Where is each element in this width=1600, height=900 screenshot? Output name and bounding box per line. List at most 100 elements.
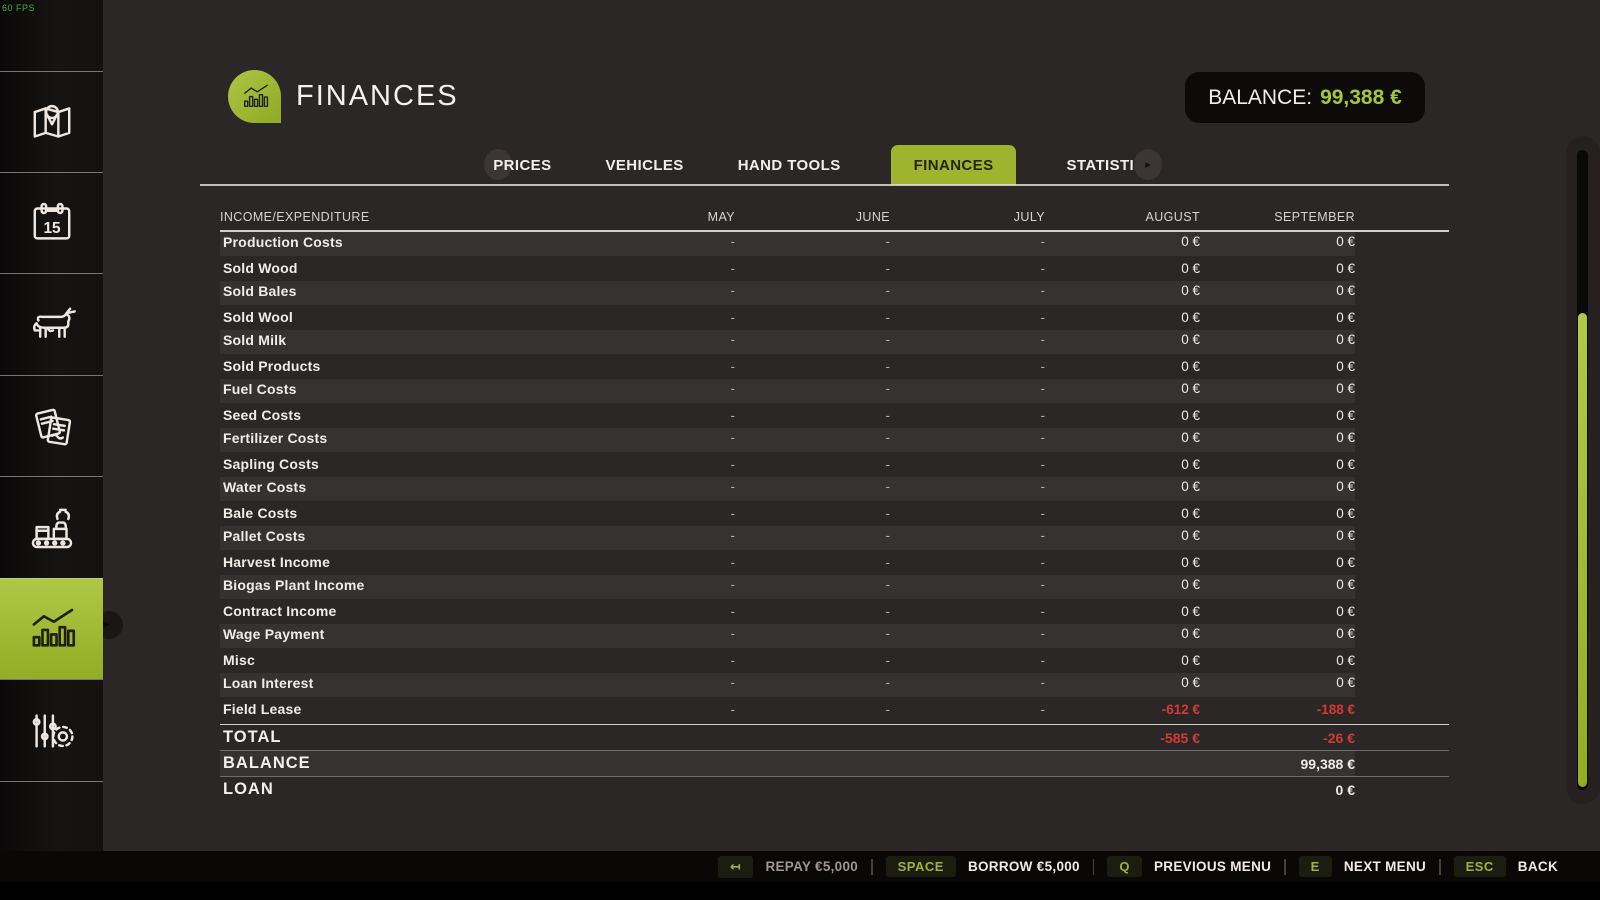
row-value: - xyxy=(890,381,1045,396)
row-value: - xyxy=(580,332,735,347)
row-value: - xyxy=(890,408,1045,423)
sidebar-item-settings[interactable] xyxy=(0,679,103,781)
row-value: - xyxy=(735,626,890,641)
sidebar-item-finances[interactable] xyxy=(0,578,103,679)
table-row: Misc---0 €0 € xyxy=(220,648,1355,673)
row-value: 0 € xyxy=(1200,310,1355,325)
row-value: 0 € xyxy=(1200,626,1355,641)
row-value: - xyxy=(890,577,1045,592)
key-badge: Q xyxy=(1107,856,1142,877)
row-value: 0 € xyxy=(1045,577,1200,592)
balance-label: BALANCE: xyxy=(1208,86,1312,110)
row-label: Fertilizer Costs xyxy=(220,430,580,446)
row-label: Fuel Costs xyxy=(220,381,580,397)
row-label: Sold Wood xyxy=(220,260,580,276)
row-value: 0 € xyxy=(1045,506,1200,521)
row-value: - xyxy=(580,528,735,543)
tab-vehicles[interactable]: VEHICLES xyxy=(601,145,687,185)
row-value: - xyxy=(890,626,1045,641)
column-header: AUGUST xyxy=(1045,210,1200,224)
calendar-day-label: 15 xyxy=(43,220,61,237)
sidebar-spacer-bottom xyxy=(0,781,103,851)
table-row: Wage Payment---0 €0 € xyxy=(220,624,1355,649)
tab-finances[interactable]: FINANCES xyxy=(891,145,1017,185)
calendar-icon: 15 xyxy=(23,194,81,252)
row-label: Bale Costs xyxy=(220,505,580,521)
sidebar-item-animals[interactable] xyxy=(0,273,103,375)
table-row: Harvest Income---0 €0 € xyxy=(220,550,1355,575)
row-value: 0 € xyxy=(1045,261,1200,276)
row-value: 0 € xyxy=(1045,555,1200,570)
keybind-hint-repay-5-000[interactable]: ↤REPAY €5,000 xyxy=(718,856,858,878)
sidebar-item-production[interactable] xyxy=(0,476,103,578)
summary-value: -26 € xyxy=(1200,730,1355,746)
row-value: 0 € xyxy=(1200,408,1355,423)
table-row: Sold Milk---0 €0 € xyxy=(220,330,1355,355)
row-label: Sold Wool xyxy=(220,309,580,325)
row-value: - xyxy=(580,675,735,690)
table-row: Sold Bales---0 €0 € xyxy=(220,281,1355,306)
row-value: 0 € xyxy=(1200,430,1355,445)
row-value: - xyxy=(890,332,1045,347)
row-value: 0 € xyxy=(1200,604,1355,619)
summary-label: LOAN xyxy=(220,780,580,799)
active-item-pointer-icon: ▸ xyxy=(103,615,110,632)
row-value: 0 € xyxy=(1045,408,1200,423)
row-value: - xyxy=(580,626,735,641)
row-value: - xyxy=(580,381,735,396)
row-value: - xyxy=(890,457,1045,472)
row-value: 0 € xyxy=(1045,626,1200,641)
row-label: Sapling Costs xyxy=(220,456,580,472)
keybind-hint-next-menu[interactable]: ENEXT MENU xyxy=(1299,856,1426,877)
row-value: 0 € xyxy=(1045,234,1200,249)
sidebar-item-map[interactable] xyxy=(0,71,103,172)
row-value: - xyxy=(580,430,735,445)
hint-label: NEXT MENU xyxy=(1344,859,1426,874)
keybind-hint-back[interactable]: ESCBACK xyxy=(1454,856,1558,877)
hint-separator xyxy=(1093,859,1095,875)
column-header: MAY xyxy=(580,210,735,224)
sidebar: 15 xyxy=(0,0,103,851)
map-icon xyxy=(23,93,81,151)
keybind-hint-borrow-5-000[interactable]: SPACEBORROW €5,000 xyxy=(886,856,1080,877)
table-header-row: INCOME/EXPENDITUREMAYJUNEJULYAUGUSTSEPTE… xyxy=(220,204,1449,230)
balance-value: 99,388 € xyxy=(1320,86,1402,110)
summary-label: TOTAL xyxy=(220,728,580,747)
row-value: - xyxy=(580,479,735,494)
tab-prices[interactable]: PRICES xyxy=(489,145,555,185)
row-value: 0 € xyxy=(1200,577,1355,592)
key-badge: ↤ xyxy=(718,856,753,878)
hint-separator xyxy=(1284,859,1286,875)
keybind-hint-previous-menu[interactable]: QPREVIOUS MENU xyxy=(1107,856,1271,877)
finance-table-summary: TOTAL-585 €-26 €BALANCE99,388 €LOAN0 € xyxy=(220,725,1449,802)
row-value: - xyxy=(735,577,890,592)
row-label: Harvest Income xyxy=(220,554,580,570)
sidebar-item-contracts[interactable] xyxy=(0,375,103,476)
row-value: 0 € xyxy=(1200,234,1355,249)
tab-hand-tools[interactable]: HAND TOOLS xyxy=(734,145,845,185)
row-value: - xyxy=(580,506,735,521)
row-label: Field Lease xyxy=(220,701,580,717)
scrollbar-thumb[interactable] xyxy=(1578,313,1587,787)
row-value: - xyxy=(735,506,890,521)
sidebar-item-calendar[interactable]: 15 xyxy=(0,172,103,273)
column-header: INCOME/EXPENDITURE xyxy=(220,210,580,224)
summary-row-balance: BALANCE99,388 € xyxy=(220,751,1355,776)
row-value: - xyxy=(890,359,1045,374)
table-row: Sold Wood---0 €0 € xyxy=(220,256,1355,281)
row-value: 0 € xyxy=(1045,457,1200,472)
row-value: - xyxy=(735,555,890,570)
column-header: JULY xyxy=(890,210,1045,224)
row-value: - xyxy=(735,310,890,325)
tab-underline xyxy=(200,184,1449,186)
row-value: 0 € xyxy=(1200,381,1355,396)
table-row: Seed Costs---0 €0 € xyxy=(220,403,1355,428)
keybind-footer: ↤REPAY €5,000 SPACEBORROW €5,000 QPREVIOUS… xyxy=(0,851,1600,882)
table-row: Bale Costs---0 €0 € xyxy=(220,501,1355,526)
scrollbar-track[interactable] xyxy=(1577,150,1588,790)
tabs-next-button[interactable]: ▸ xyxy=(1134,149,1162,180)
row-value: 0 € xyxy=(1200,528,1355,543)
row-value: - xyxy=(735,359,890,374)
row-value: - xyxy=(580,702,735,717)
row-value: - xyxy=(890,430,1045,445)
